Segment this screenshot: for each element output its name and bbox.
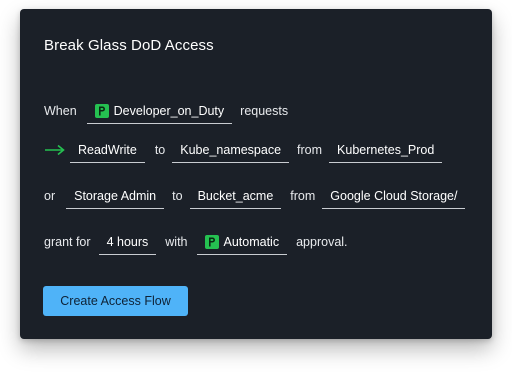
from-label: from (290, 189, 316, 203)
resource-selector[interactable]: Kube_namespace (172, 137, 290, 163)
to-label: to (172, 189, 183, 203)
duration-row: grant for 4 hours with Automatic approva… (44, 229, 348, 255)
permission-row-2: or Storage Admin to Bucket_acme from Goo… (44, 183, 466, 209)
from-label: from (297, 143, 323, 157)
request-row: When Developer_on_Duty requests (44, 98, 288, 124)
permission-selector[interactable]: Storage Admin (66, 183, 165, 209)
access-flow-card: Break Glass DoD Access When Developer_on… (20, 9, 492, 339)
duration-selector[interactable]: 4 hours (98, 229, 157, 255)
permission-selector[interactable]: ReadWrite (70, 137, 145, 163)
to-label: to (154, 143, 166, 157)
schedule-value: Developer_on_Duty (113, 103, 225, 118)
pagerduty-icon (204, 234, 219, 249)
source-selector[interactable]: Kubernetes_Prod (329, 137, 443, 163)
requests-label: requests (240, 104, 289, 118)
or-label: or (44, 189, 56, 203)
card-title: Break Glass DoD Access (44, 37, 214, 54)
resource-selector[interactable]: Bucket_acme (189, 183, 282, 209)
pagerduty-icon (94, 103, 109, 118)
source-selector[interactable]: Google Cloud Storage/ (322, 183, 466, 209)
create-access-flow-button[interactable]: Create Access Flow (43, 286, 188, 316)
when-label: When (44, 104, 77, 118)
approval-selector[interactable]: Automatic (196, 229, 288, 255)
permission-row-1: ReadWrite to Kube_namespace from Kuberne… (44, 137, 443, 163)
with-label: with (165, 235, 188, 249)
grant-for-label: grant for (44, 235, 91, 249)
approval-suffix-label: approval. (296, 235, 348, 249)
schedule-selector[interactable]: Developer_on_Duty (86, 98, 233, 124)
approval-value: Automatic (223, 234, 280, 249)
arrow-right-icon (44, 143, 66, 157)
